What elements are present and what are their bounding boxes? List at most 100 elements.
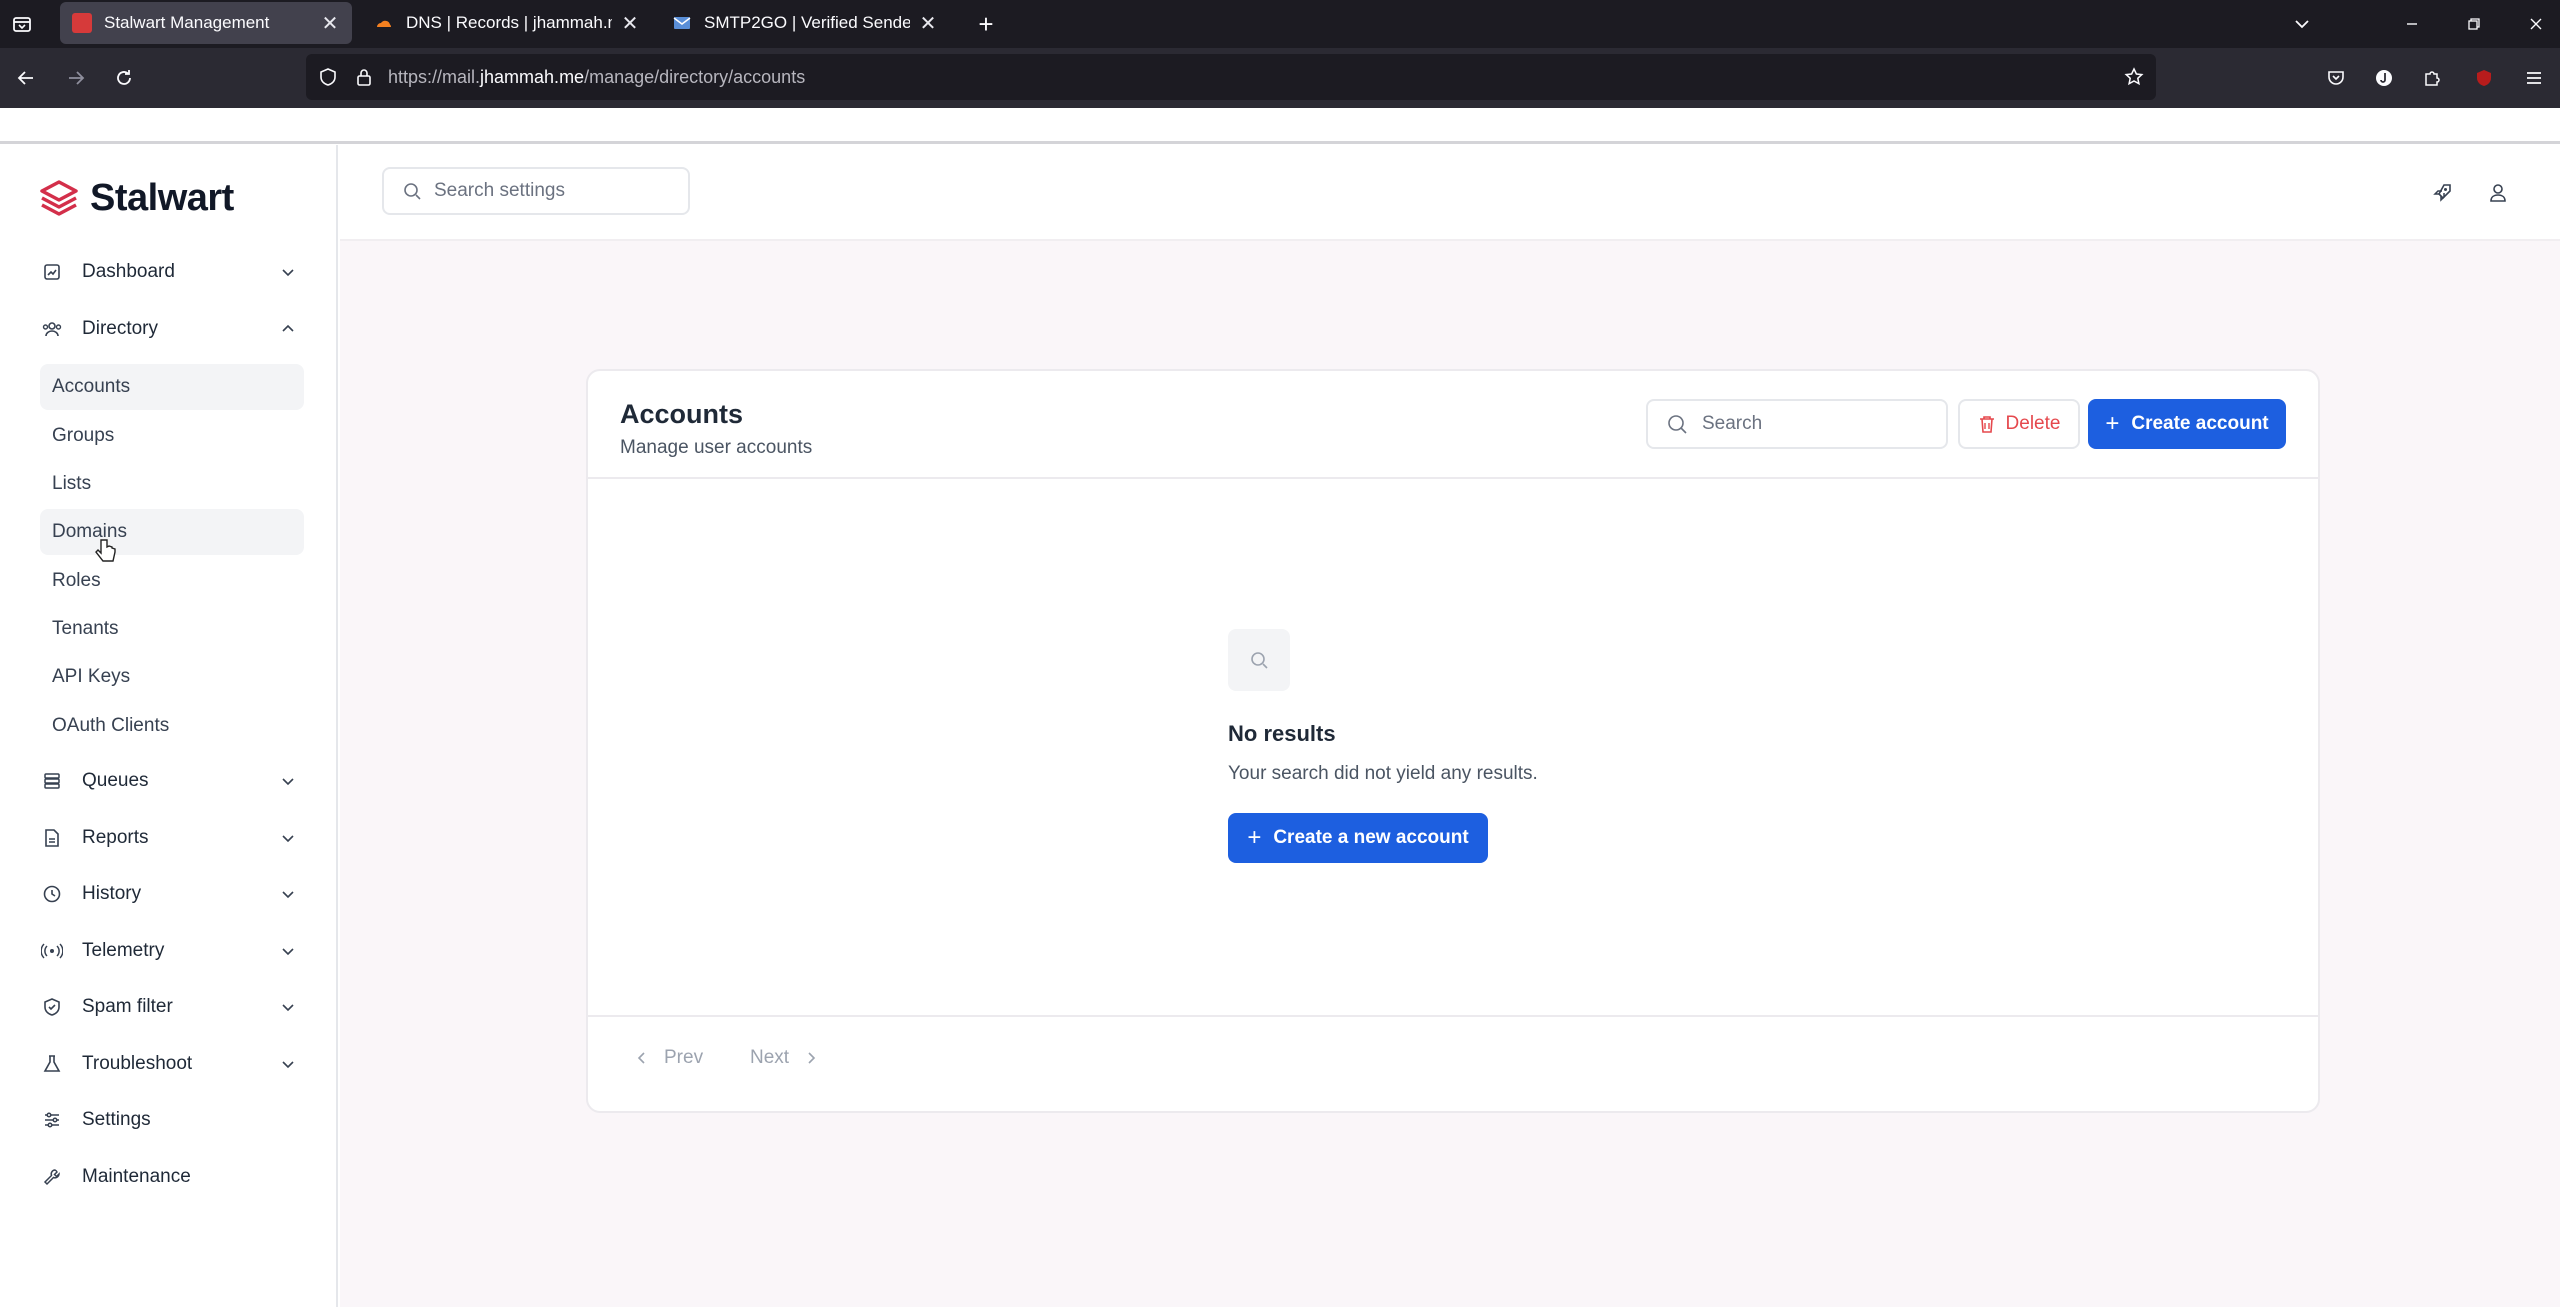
next-label: Next <box>750 1047 790 1068</box>
back-arrow-icon[interactable] <box>14 66 38 90</box>
settings-search-input[interactable] <box>434 180 664 202</box>
shield-icon <box>38 995 66 1019</box>
browser-tab-stalwart[interactable]: Stalwart Management ✕ <box>60 2 352 44</box>
rocket-icon[interactable] <box>2430 181 2454 205</box>
reload-icon[interactable] <box>112 66 136 90</box>
sidebar-item-label: Settings <box>82 1109 151 1130</box>
hand-cursor-icon <box>95 539 116 562</box>
sidebar-subitem-roles[interactable]: Roles <box>40 558 304 604</box>
prev-label: Prev <box>664 1047 704 1068</box>
minimize-window-icon[interactable] <box>2400 12 2424 36</box>
chevron-up-icon <box>282 324 294 332</box>
browser-tab-dns[interactable]: DNS | Records | jhammah.me | ✕ <box>362 0 652 46</box>
user-profile-icon[interactable] <box>2486 181 2510 205</box>
cloudflare-favicon-icon <box>374 13 394 33</box>
sidebar-item-troubleshoot[interactable]: Troubleshoot <box>38 1044 298 1084</box>
sidebar-item-spam-filter[interactable]: Spam filter <box>38 987 298 1027</box>
sidebar-item-label: Directory <box>82 318 159 339</box>
sidebar-item-maintenance[interactable]: Maintenance <box>38 1157 298 1197</box>
document-icon <box>38 826 66 850</box>
tab-overview-icon[interactable] <box>10 12 34 36</box>
new-tab-icon[interactable]: + <box>972 9 1000 39</box>
sidebar-subitem-tenants[interactable]: Tenants <box>40 606 304 652</box>
prev-page-button[interactable]: Prev <box>634 1035 718 1081</box>
brand-name: Stalwart <box>90 177 234 219</box>
settings-search[interactable] <box>382 167 690 215</box>
create-new-account-button[interactable]: + Create a new account <box>1228 813 1488 863</box>
list-all-tabs-icon[interactable] <box>2290 12 2314 36</box>
flask-icon <box>38 1052 66 1076</box>
sidebar-item-reports[interactable]: Reports <box>38 818 298 858</box>
card-footer-divider <box>588 1015 2318 1017</box>
next-page-button[interactable]: Next <box>740 1035 830 1081</box>
close-window-icon[interactable] <box>2524 12 2548 36</box>
sidebar-item-telemetry[interactable]: Telemetry <box>38 931 298 971</box>
browser-navigation-bar: https://mail.jhammah.me/manage/directory… <box>0 48 2560 108</box>
sidebar-item-settings[interactable]: Settings <box>38 1100 298 1140</box>
accounts-card: Accounts Manage user accounts Delete + C… <box>586 369 2320 1113</box>
sidebar-item-label: Spam filter <box>82 996 173 1017</box>
close-tab-icon[interactable]: ✕ <box>620 11 640 36</box>
close-tab-icon[interactable]: ✕ <box>918 11 938 36</box>
chevron-right-icon <box>808 1052 816 1064</box>
stalwart-logo-icon <box>40 179 78 216</box>
url-text[interactable]: https://mail.jhammah.me/manage/directory… <box>388 67 805 88</box>
sidebar-item-queues[interactable]: Queues <box>38 761 298 801</box>
tab-title: DNS | Records | jhammah.me | <box>406 13 612 32</box>
chevron-down-icon <box>282 835 294 843</box>
sidebar-item-directory[interactable]: Directory <box>38 309 298 349</box>
sidebar-subitem-oauth-clients[interactable]: OAuth Clients <box>40 703 304 749</box>
pocket-icon[interactable] <box>2324 66 2348 90</box>
chevron-down-icon <box>282 778 294 786</box>
create-account-button[interactable]: + Create account <box>2088 399 2286 449</box>
delete-button-label: Delete <box>2005 413 2061 434</box>
sidebar-subitem-domains[interactable]: Domains <box>40 509 304 555</box>
stalwart-logo[interactable]: Stalwart <box>38 177 234 220</box>
tab-title: Stalwart Management <box>104 13 270 32</box>
create-account-label: Create account <box>2131 413 2269 434</box>
users-icon <box>38 317 66 341</box>
delete-button[interactable]: Delete <box>1958 399 2080 449</box>
sidebar: Stalwart Dashboard Directory Accounts Gr… <box>0 145 338 1307</box>
sidebar-subitem-label: API Keys <box>52 666 131 687</box>
sidebar-item-dashboard[interactable]: Dashboard <box>38 252 298 292</box>
bookmark-star-icon[interactable] <box>2122 65 2146 89</box>
sidebar-subitem-label: Roles <box>52 570 101 591</box>
sidebar-item-label: Telemetry <box>82 940 165 961</box>
clock-icon <box>38 882 66 906</box>
accounts-search-input[interactable] <box>1702 413 1932 435</box>
forward-arrow-icon[interactable] <box>64 66 88 90</box>
extensions-puzzle-icon[interactable] <box>2420 66 2444 90</box>
sidebar-item-history[interactable]: History <box>38 874 298 914</box>
tab-title: SMTP2GO | Verified Senders <box>704 13 910 32</box>
sidebar-item-label: History <box>82 883 142 904</box>
address-bar[interactable]: https://mail.jhammah.me/manage/directory… <box>306 54 2156 100</box>
browser-tab-smtp2go[interactable]: SMTP2GO | Verified Senders ✕ <box>660 0 950 46</box>
card-header-divider <box>588 477 2318 479</box>
extension-circle-icon[interactable] <box>2372 66 2396 90</box>
sidebar-subitem-label: Accounts <box>52 376 131 397</box>
main-content: Accounts Manage user accounts Delete + C… <box>340 241 2560 1307</box>
sidebar-subitem-label: Lists <box>52 473 92 494</box>
sidebar-item-label: Reports <box>82 827 149 848</box>
menu-hamburger-icon[interactable] <box>2522 66 2546 90</box>
close-tab-icon[interactable]: ✕ <box>320 11 340 36</box>
accounts-search[interactable] <box>1646 399 1948 449</box>
chevron-down-icon <box>282 269 294 277</box>
plus-icon: + <box>1247 824 1262 851</box>
tracking-shield-icon[interactable] <box>316 65 340 89</box>
empty-state-title: No results <box>1228 721 1336 746</box>
sidebar-item-label: Troubleshoot <box>82 1053 193 1074</box>
chevron-down-icon <box>282 891 294 899</box>
sidebar-subitem-accounts[interactable]: Accounts <box>40 364 304 410</box>
restore-window-icon[interactable] <box>2462 12 2486 36</box>
chevron-down-icon <box>282 1061 294 1069</box>
app-header <box>340 145 2560 241</box>
ublock-icon[interactable] <box>2472 66 2496 90</box>
stack-icon <box>38 769 66 793</box>
wrench-icon <box>38 1165 66 1189</box>
sidebar-subitem-api-keys[interactable]: API Keys <box>40 654 304 700</box>
sidebar-subitem-groups[interactable]: Groups <box>40 413 304 459</box>
sidebar-subitem-lists[interactable]: Lists <box>40 461 304 507</box>
lock-icon[interactable] <box>352 65 376 89</box>
